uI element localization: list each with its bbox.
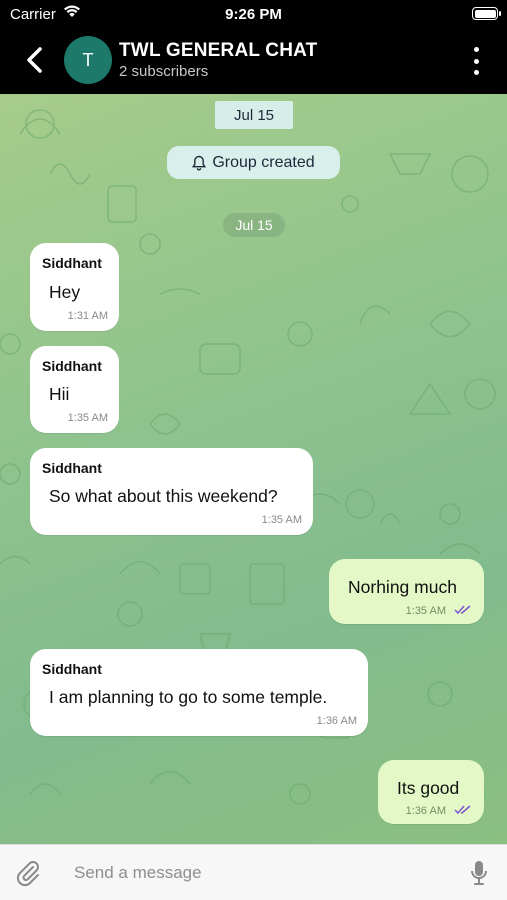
battery-icon — [472, 7, 501, 20]
message-text: Norhing much — [348, 577, 457, 597]
avatar[interactable]: T — [64, 36, 112, 84]
message-time: 1:31 AM — [67, 310, 108, 322]
date-separator: Jul 15 — [223, 213, 285, 237]
chat-area[interactable]: Jul 15 Group created Jul 15 Siddhant Hey… — [0, 94, 507, 844]
more-options-icon[interactable] — [471, 47, 481, 75]
sender-name: Siddhant — [42, 661, 102, 677]
date-label: Jul 15 — [233, 106, 275, 124]
date-separator: Jul 15 — [215, 101, 293, 129]
paperclip-icon[interactable] — [15, 859, 41, 887]
service-message-text: Group created — [212, 153, 315, 171]
message-time: 1:35 AM — [405, 605, 446, 617]
chat-title[interactable]: TWL GENERAL CHAT — [119, 40, 317, 62]
message-composer — [0, 844, 507, 900]
sender-name: Siddhant — [42, 358, 102, 374]
message-text: Hii — [49, 384, 70, 404]
message-text: I am planning to go to some temple. — [49, 687, 328, 707]
incoming-message[interactable]: Siddhant Hey 1:31 AM — [30, 243, 119, 331]
incoming-message[interactable]: Siddhant I am planning to go to some tem… — [30, 649, 368, 736]
outgoing-message[interactable]: Norhing much 1:35 AM — [329, 559, 484, 624]
sender-name: Siddhant — [42, 460, 102, 476]
message-time: 1:35 AM — [261, 514, 302, 526]
status-bar: Carrier 9:26 PM — [0, 0, 507, 28]
read-checkmarks-icon — [454, 605, 471, 615]
message-text: Its good — [397, 778, 460, 798]
message-time: 1:36 AM — [316, 715, 357, 727]
service-message: Group created — [167, 146, 340, 179]
message-text: So what about this weekend? — [49, 486, 278, 506]
incoming-message[interactable]: Siddhant So what about this weekend? 1:3… — [30, 448, 313, 535]
avatar-letter: T — [82, 49, 94, 70]
sender-name: Siddhant — [42, 255, 102, 271]
incoming-message[interactable]: Siddhant Hii 1:35 AM — [30, 346, 119, 433]
chat-subtitle: 2 subscribers — [119, 63, 209, 80]
outgoing-message[interactable]: Its good 1:36 AM — [378, 760, 484, 824]
microphone-icon[interactable] — [469, 859, 489, 887]
message-time: 1:36 AM — [405, 805, 446, 817]
date-label: Jul 15 — [235, 217, 273, 233]
clock: 9:26 PM — [225, 6, 282, 23]
message-time: 1:35 AM — [67, 412, 108, 424]
top-bar: Carrier 9:26 PM T TWL GENERAL CHAT 2 sub… — [0, 0, 507, 94]
read-checkmarks-icon — [454, 805, 471, 815]
bell-icon — [192, 155, 207, 170]
message-text: Hey — [49, 282, 81, 302]
message-input[interactable] — [64, 855, 444, 891]
back-chevron-icon[interactable] — [22, 44, 50, 76]
